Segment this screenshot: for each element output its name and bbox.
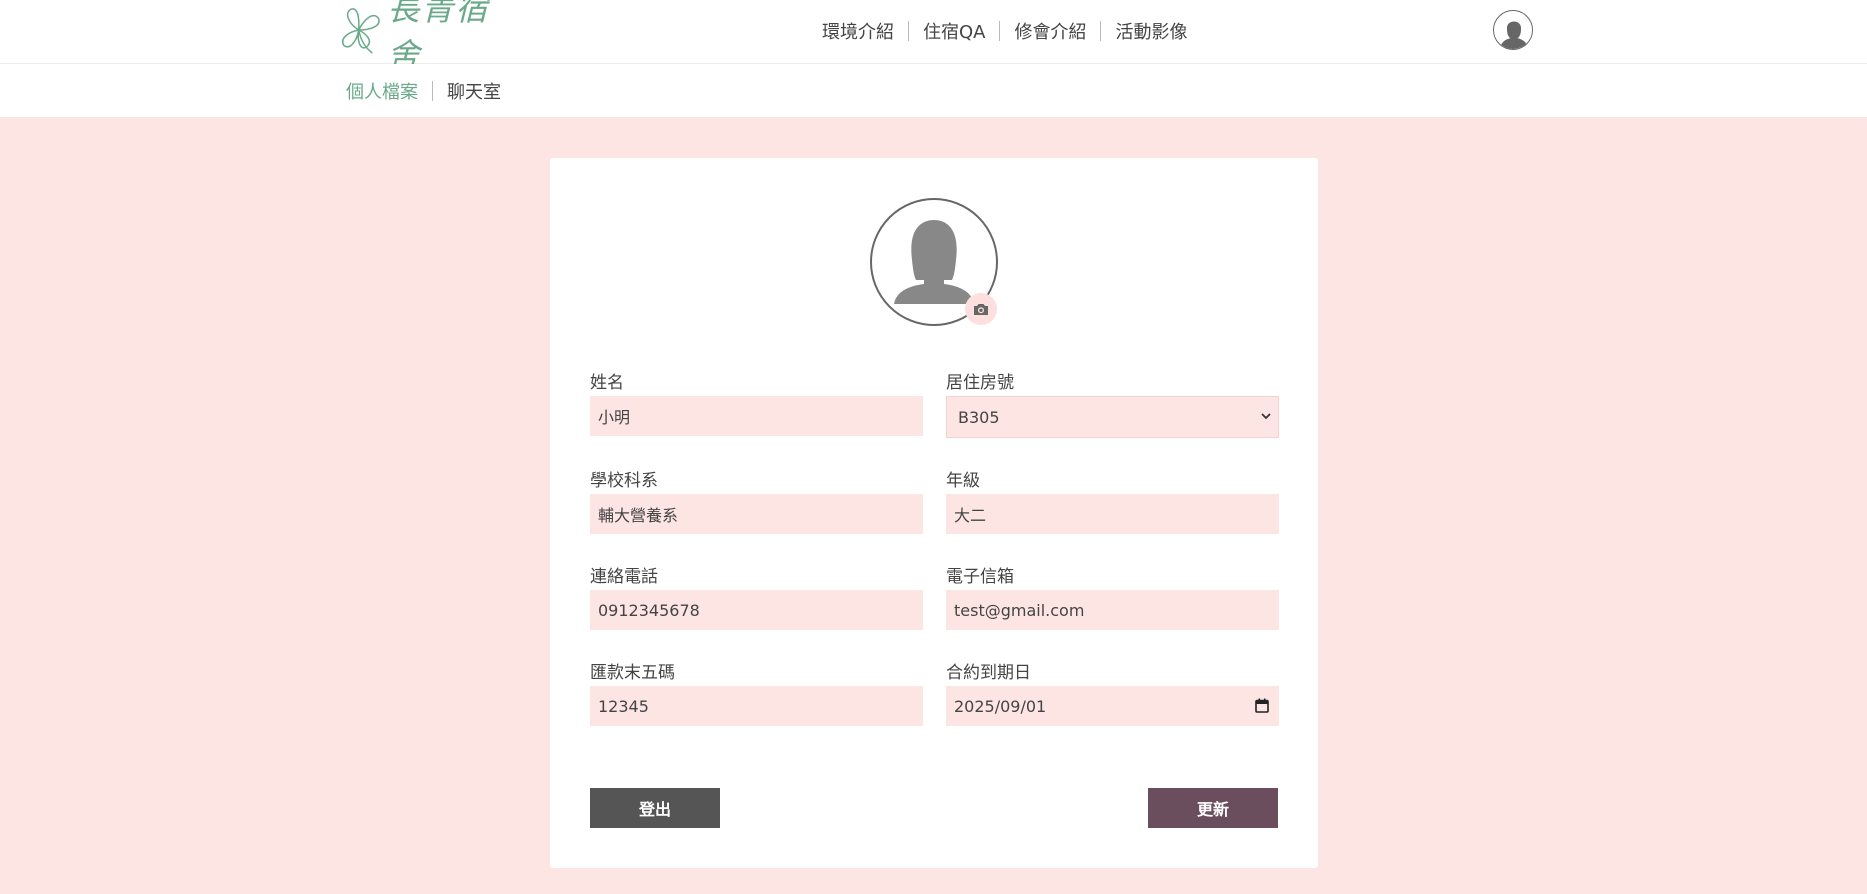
main-nav: 環境介紹 住宿QA 修會介紹 活動影像 [822,16,1187,46]
email-label: 電子信箱 [946,567,1014,587]
subnav-item-profile[interactable]: 個人檔案 [346,78,418,104]
email-input[interactable] [946,590,1279,630]
contract-label: 合約到期日 [946,663,1031,683]
nav-divider [1100,21,1102,41]
nav-link-convent[interactable]: 修會介紹 [1014,18,1086,44]
nav-divider [908,21,909,41]
room-select[interactable]: B305 [946,396,1279,438]
chevron-down-icon [1261,413,1271,420]
nav-divider [999,21,1001,41]
department-label: 學校科系 [590,471,658,491]
nav-link-environment[interactable]: 環境介紹 [822,18,894,44]
name-field-group: 姓名 [590,370,923,436]
camera-icon [974,304,988,315]
profile-subnav: 個人檔案 聊天室 [346,79,501,103]
account-label: 匯款末五碼 [590,663,675,683]
grade-label: 年級 [946,471,980,491]
avatar-container [870,198,998,326]
clover-logo-icon [341,8,380,54]
nav-link-gallery[interactable]: 活動影像 [1115,18,1187,44]
contract-date-input[interactable]: 2025/09/01 [946,686,1279,726]
email-field-group: 電子信箱 [946,564,1279,630]
contract-date-value: 2025/09/01 [954,696,1047,716]
change-photo-button[interactable] [965,293,997,325]
logout-button[interactable]: 登出 [590,788,720,828]
department-input[interactable] [590,494,923,534]
user-avatar-icon [1500,21,1528,49]
calendar-icon[interactable] [1255,698,1269,713]
user-menu-button[interactable] [1493,10,1533,50]
name-label: 姓名 [590,373,624,393]
nav-link-qa[interactable]: 住宿QA [923,18,985,44]
subnav-divider [432,81,433,101]
sub-navbar: 個人檔案 聊天室 [0,64,1867,117]
room-select-value: B305 [958,407,1000,427]
phone-field-group: 連絡電話 [590,564,923,630]
top-navbar: 長青宿舍 環境介紹 住宿QA 修會介紹 活動影像 [0,0,1867,74]
phone-input[interactable] [590,590,923,630]
subnav-item-chatroom[interactable]: 聊天室 [447,78,501,104]
update-button[interactable]: 更新 [1148,788,1278,828]
account-last5-input[interactable] [590,686,923,726]
contract-field-group: 合約到期日 2025/09/01 [946,660,1279,726]
room-label: 居住房號 [946,373,1014,393]
phone-label: 連絡電話 [590,567,658,587]
site-logo[interactable]: 長青宿舍 [336,0,516,74]
profile-card: 姓名 居住房號 B305 學校科系 年級 連絡電話 電子信箱 匯款末五碼 合約到… [550,158,1318,868]
grade-field-group: 年級 [946,468,1279,534]
department-field-group: 學校科系 [590,468,923,534]
grade-input[interactable] [946,494,1279,534]
name-input[interactable] [590,396,923,436]
account-field-group: 匯款末五碼 [590,660,923,726]
room-field-group: 居住房號 B305 [946,370,1279,438]
